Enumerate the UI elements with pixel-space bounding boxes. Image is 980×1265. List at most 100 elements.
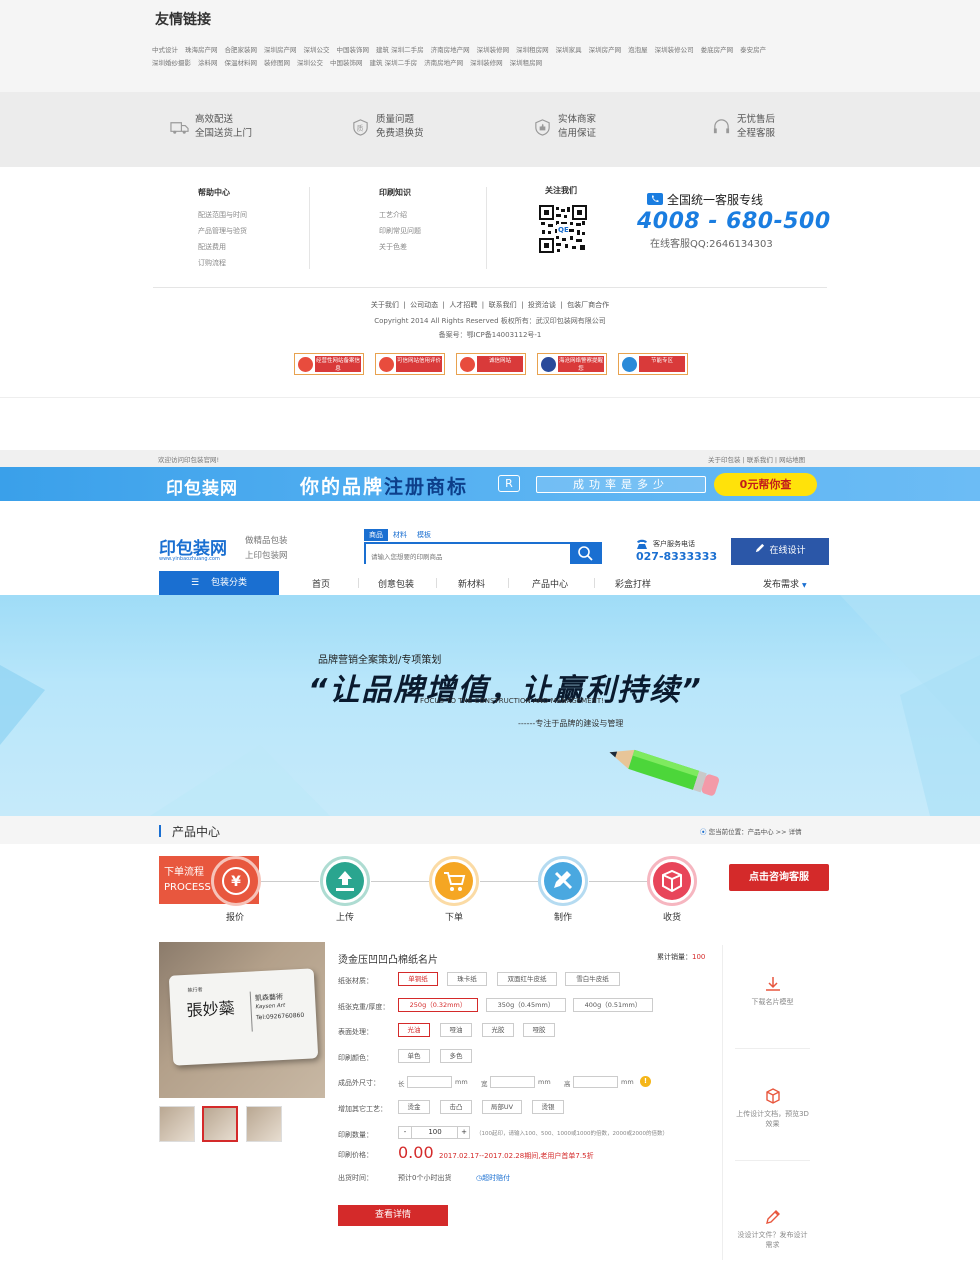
friend-link[interactable]: 深圳公交 — [304, 46, 330, 54]
view-details-button[interactable]: 查看详情 — [338, 1205, 448, 1226]
surface-option[interactable]: 光油 — [398, 1023, 430, 1037]
nav-publish-request[interactable]: 发布需求 ▼ — [763, 577, 807, 590]
trust-badge[interactable]: 经营性网站备案信息 — [294, 353, 364, 375]
friend-link[interactable]: 娄底房产网 — [701, 46, 734, 54]
trust-badge[interactable]: 诚信网站 — [456, 353, 526, 375]
friend-link[interactable]: 深圳装修网 — [470, 59, 503, 67]
material-option[interactable]: 单铜纸 — [398, 972, 438, 986]
knowledge-link[interactable]: 关于色差 — [379, 239, 421, 255]
knowledge-link[interactable]: 工艺介绍 — [379, 207, 421, 223]
svg-text:质: 质 — [357, 123, 364, 132]
friend-link[interactable]: 泡泡屋 — [628, 46, 648, 54]
friend-link[interactable]: 合肥家装网 — [225, 46, 258, 54]
info-icon[interactable]: ! — [640, 1076, 651, 1087]
material-option[interactable]: 双面红牛皮纸 — [497, 972, 557, 986]
friend-link[interactable]: 珠海房产网 — [185, 46, 218, 54]
footer-link[interactable]: 人才招聘 — [449, 301, 477, 309]
friend-link[interactable]: 建筑 深圳二手房 — [370, 59, 418, 67]
surface-option[interactable]: 光胶 — [482, 1023, 514, 1037]
friend-link[interactable]: 深圳婚纱摄影 — [152, 59, 191, 67]
footer-link[interactable]: 包装厂商合作 — [567, 301, 609, 309]
product-thumbnail[interactable] — [202, 1106, 238, 1142]
friend-link[interactable]: 建筑 深圳二手房 — [376, 46, 424, 54]
friend-link[interactable]: 中国装饰网 — [337, 46, 370, 54]
weight-option[interactable]: 350g（0.45mm） — [486, 998, 566, 1012]
footer-link[interactable]: 关于我们 — [371, 301, 399, 309]
quantity-increase-button[interactable]: + — [457, 1127, 470, 1138]
top-link[interactable]: 联系我们 — [747, 456, 773, 464]
trust-badge[interactable]: 节能专区 — [618, 353, 688, 375]
product-main-image[interactable]: 執行者 張妙蘂 凱森藝術 Kaysen Art Tel:0926760860 — [159, 942, 325, 1098]
material-option[interactable]: 珠卡纸 — [447, 972, 487, 986]
footer-link[interactable]: 公司动态 — [410, 301, 438, 309]
overtime-compensation-link[interactable]: ◷超时赔付 — [476, 1173, 510, 1183]
craft-option[interactable]: 烫金 — [398, 1100, 430, 1114]
friend-link[interactable]: 深圳公交 — [297, 59, 323, 67]
friend-link[interactable]: 泰安房产 — [740, 46, 766, 54]
quantity-input[interactable]: 100 — [413, 1127, 457, 1138]
help-link[interactable]: 配送费用 — [198, 239, 247, 255]
friend-link[interactable]: 深圳装修公司 — [655, 46, 694, 54]
friend-link[interactable]: 深圳租房网 — [510, 59, 543, 67]
search-tab-products[interactable]: 商品 — [364, 529, 388, 541]
quantity-decrease-button[interactable]: - — [399, 1127, 412, 1138]
friend-link[interactable]: 济南房地产网 — [424, 59, 463, 67]
surface-option[interactable]: 哑油 — [440, 1023, 472, 1037]
trust-badge[interactable]: 海沧网络警察提醒您 — [537, 353, 607, 375]
height-input[interactable] — [573, 1076, 618, 1088]
color-option[interactable]: 多色 — [440, 1049, 472, 1063]
help-link[interactable]: 产品管理与验货 — [198, 223, 247, 239]
search-input[interactable] — [366, 548, 570, 567]
help-link[interactable]: 订购流程 — [198, 255, 247, 271]
friend-link[interactable]: 保温材料网 — [225, 59, 258, 67]
weight-option[interactable]: 250g（0.32mm） — [398, 998, 478, 1012]
craft-option[interactable]: 击凸 — [440, 1100, 472, 1114]
category-menu-button[interactable]: ☰ 包装分类 — [159, 571, 279, 595]
friend-link[interactable]: 涂料网 — [198, 59, 218, 67]
nav-home[interactable]: 首页 — [312, 577, 330, 590]
search-tab-materials[interactable]: 材料 — [388, 529, 412, 541]
download-template-tool[interactable]: 下载名片模型 — [735, 975, 810, 1007]
top-link[interactable]: 关于印包装 — [708, 456, 741, 464]
top-link[interactable]: 网站地图 — [779, 456, 805, 464]
friend-link[interactable]: 深圳家具 — [556, 46, 582, 54]
nav-new-materials[interactable]: 新材料 — [458, 577, 485, 590]
upload-preview-3d-tool[interactable]: 上传设计文档，预览3D效果 — [735, 1087, 810, 1129]
hero-banner[interactable]: 品牌营销全案策划/专项策划 “让品牌增值，让赢利持续” FOCUS TO THE… — [0, 595, 980, 816]
friend-link[interactable]: 深圳房产网 — [264, 46, 297, 54]
free-check-button[interactable]: 0元帮你查 — [714, 473, 817, 496]
consult-service-button[interactable]: 点击咨询客服 — [729, 864, 829, 891]
trademark-ad-banner[interactable]: 印包装网 你的品牌注册商标 R 成功率是多少 0元帮你查 — [0, 467, 980, 501]
friend-link[interactable]: 济南房地产网 — [431, 46, 470, 54]
friend-link[interactable]: 深圳装修网 — [477, 46, 510, 54]
product-thumbnail[interactable] — [159, 1106, 195, 1142]
footer-link[interactable]: 投资洽谈 — [528, 301, 556, 309]
search-tab-templates[interactable]: 模板 — [412, 529, 436, 541]
nav-product-center[interactable]: 产品中心 — [532, 577, 568, 590]
friend-link[interactable]: 中式设计 — [152, 46, 178, 54]
width-input[interactable] — [490, 1076, 535, 1088]
online-design-button[interactable]: 在线设计 — [731, 538, 829, 565]
search-button[interactable] — [570, 542, 602, 564]
trust-badge[interactable]: 可信网站信用评价 — [375, 353, 445, 375]
color-option[interactable]: 单色 — [398, 1049, 430, 1063]
friend-link[interactable]: 深圳房产网 — [589, 46, 622, 54]
material-option[interactable]: 雪白牛皮纸 — [565, 972, 620, 986]
help-link[interactable]: 配送范围与时间 — [198, 207, 247, 223]
friend-link[interactable]: 装修图网 — [264, 59, 290, 67]
friend-link[interactable]: 中国装饰网 — [330, 59, 363, 67]
craft-option[interactable]: 局部UV — [482, 1100, 522, 1114]
nav-creative-packaging[interactable]: 创意包装 — [378, 577, 414, 590]
nav-color-box-proofing[interactable]: 彩盒打样 — [615, 577, 651, 590]
craft-option[interactable]: 烫银 — [532, 1100, 564, 1114]
friend-link[interactable]: 深圳租房网 — [516, 46, 549, 54]
publish-design-request-tool[interactable]: 没设计文件？发布设计需求 — [735, 1208, 810, 1250]
breadcrumb-text[interactable]: 您当前位置：产品中心 >> 详情 — [709, 828, 802, 836]
product-thumbnail[interactable] — [246, 1106, 282, 1142]
length-input[interactable] — [407, 1076, 452, 1088]
knowledge-link[interactable]: 印刷常见问题 — [379, 223, 421, 239]
weight-option[interactable]: 400g（0.51mm） — [573, 998, 653, 1012]
online-service-qq[interactable]: 在线客服QQ:2646134303 — [650, 235, 773, 250]
surface-option[interactable]: 哑胶 — [523, 1023, 555, 1037]
footer-link[interactable]: 联系我们 — [489, 301, 517, 309]
